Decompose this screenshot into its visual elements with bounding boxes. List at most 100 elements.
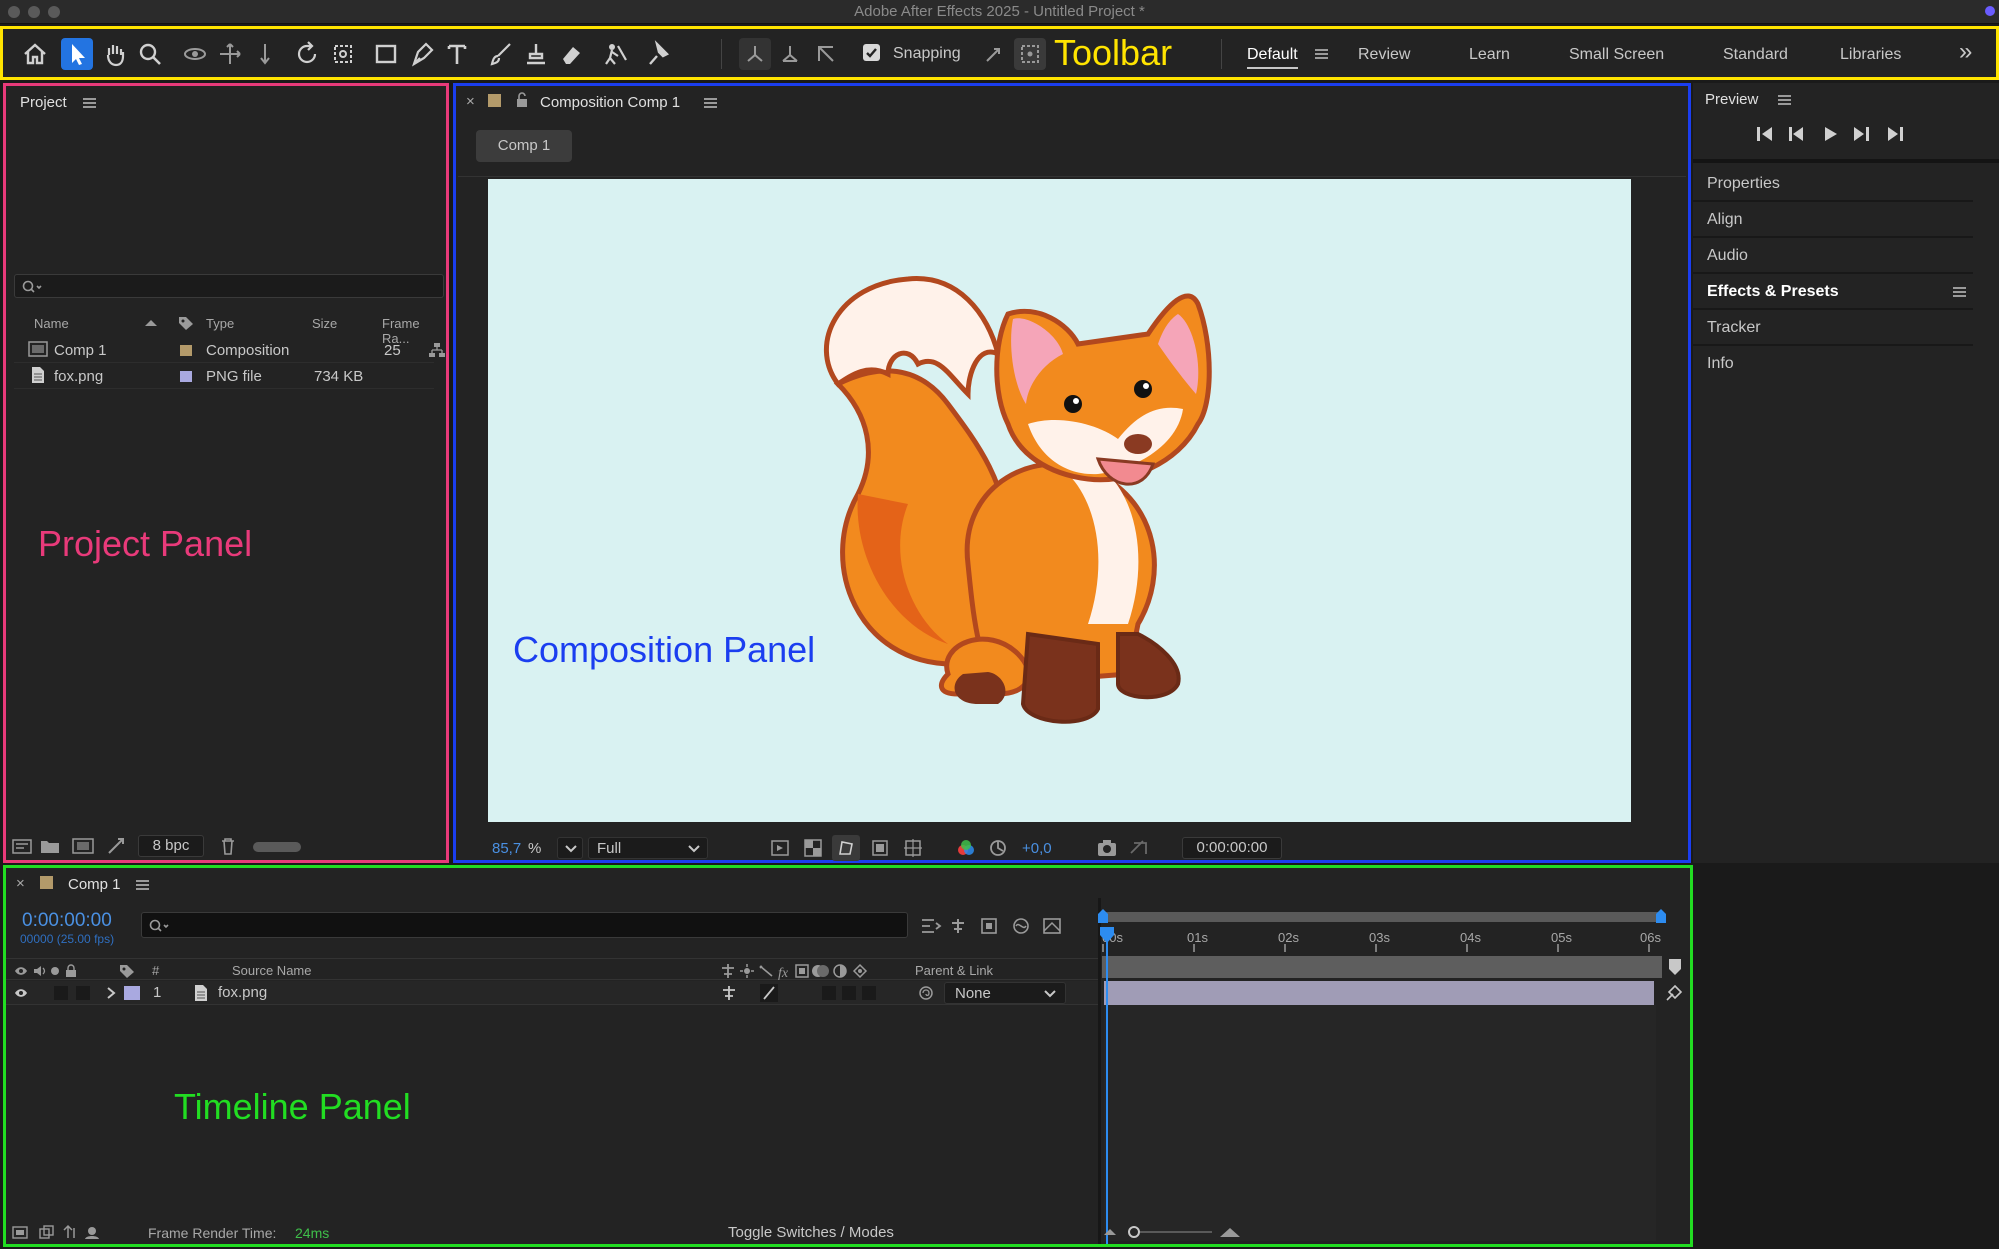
hand-tool-icon[interactable] [99, 38, 131, 70]
roto-brush-tool-icon[interactable] [600, 38, 632, 70]
layer-row[interactable]: 1 fox.png None [6, 981, 1098, 1005]
brush-tool-icon[interactable] [485, 38, 517, 70]
align-panel-tab[interactable]: Align [1707, 211, 1743, 229]
thumbnail-size-slider[interactable] [253, 842, 301, 852]
comp-navigator-tab[interactable]: Comp 1 [476, 130, 572, 162]
clone-stamp-tool-icon[interactable] [520, 38, 552, 70]
size-column-header[interactable]: Size [312, 316, 337, 331]
visibility-eye-icon[interactable] [14, 987, 28, 999]
source-name-header[interactable]: Source Name [232, 963, 311, 978]
composition-viewer[interactable]: Composition Panel [488, 179, 1631, 822]
panel-splitter[interactable] [1098, 898, 1101, 1244]
anchor-point-tool-icon[interactable] [327, 38, 359, 70]
effects-switch[interactable] [822, 986, 836, 1000]
exposure-value[interactable]: +0,0 [1022, 840, 1052, 857]
layer-duration-bar[interactable] [1104, 981, 1654, 1005]
bit-depth-button[interactable]: 8 bpc [138, 835, 204, 857]
selection-tool-icon[interactable] [61, 38, 93, 70]
layer-switches-header-icons[interactable]: fx [720, 962, 884, 980]
timeline-zoom-slider[interactable] [1102, 1225, 1242, 1239]
label-tag-icon[interactable] [118, 963, 136, 979]
interpret-footage-icon[interactable] [12, 837, 32, 855]
playhead-line[interactable] [1106, 930, 1108, 1244]
composition-panel-menu-icon[interactable] [704, 98, 717, 108]
label-color-swatch[interactable] [180, 345, 192, 356]
timeline-search-field[interactable] [141, 912, 908, 938]
timeline-tab-title[interactable]: Comp 1 [68, 876, 121, 893]
quality-switch[interactable] [760, 984, 778, 1002]
label-color-swatch[interactable] [180, 371, 192, 382]
pan-camera-icon[interactable] [214, 38, 246, 70]
layer-name[interactable]: fox.png [218, 984, 267, 1001]
orbit-camera-icon[interactable] [179, 38, 211, 70]
name-column-header[interactable]: Name [34, 316, 69, 331]
workspace-libraries[interactable]: Libraries [1840, 46, 1901, 64]
guides-grid-icon[interactable] [903, 838, 923, 858]
project-panel-title[interactable]: Project [20, 94, 67, 111]
snap-features-icon[interactable] [1014, 38, 1046, 70]
fast-previews-icon[interactable] [770, 838, 790, 858]
properties-panel-tab[interactable]: Properties [1707, 175, 1780, 193]
project-settings-icon[interactable] [106, 836, 126, 856]
eraser-tool-icon[interactable] [555, 38, 587, 70]
shy-switch-icon[interactable] [720, 984, 738, 1002]
rotate-tool-icon[interactable] [291, 38, 323, 70]
new-composition-icon[interactable] [72, 837, 94, 855]
resolution-dropdown[interactable]: Full [588, 837, 708, 859]
effects-presets-panel-tab[interactable]: Effects & Presets [1707, 283, 1839, 301]
project-search-field[interactable] [14, 274, 444, 298]
timeline-track-area[interactable] [1104, 1005, 1656, 1241]
pen-tool-icon[interactable] [406, 38, 438, 70]
view-axis-mode-icon[interactable] [810, 38, 842, 70]
close-tab-icon[interactable]: × [466, 93, 475, 110]
toggle-switches-modes-button[interactable]: Toggle Switches / Modes [728, 1224, 894, 1241]
new-folder-icon[interactable] [40, 837, 60, 855]
zoom-dropdown[interactable] [557, 837, 583, 859]
workspace-standard[interactable]: Standard [1723, 46, 1788, 64]
label-tag-icon[interactable] [177, 315, 195, 331]
3d-layer-switch[interactable] [862, 986, 876, 1000]
workspace-review[interactable]: Review [1358, 46, 1410, 64]
project-search-input[interactable] [45, 277, 435, 295]
local-axis-mode-icon[interactable] [739, 38, 771, 70]
av-switch-header-icons[interactable] [14, 964, 78, 978]
effects-presets-menu-icon[interactable] [1953, 287, 1966, 297]
zoom-tool-icon[interactable] [134, 38, 166, 70]
project-item-row[interactable]: fox.png PNG file 734 KB [14, 363, 434, 389]
workspace-menu-icon[interactable] [1315, 49, 1328, 59]
comp-marker-icon[interactable] [1668, 958, 1682, 976]
reset-exposure-icon[interactable] [988, 838, 1008, 858]
parent-link-header[interactable]: Parent & Link [915, 963, 993, 978]
snap-edges-icon[interactable] [977, 38, 1009, 70]
label-color-swatch[interactable] [488, 94, 501, 107]
project-panel-menu-icon[interactable] [83, 98, 96, 108]
project-item-row[interactable]: Comp 1 Composition 25 [14, 337, 445, 363]
type-tool-icon[interactable] [441, 38, 473, 70]
playhead-handle[interactable] [1099, 926, 1115, 944]
zoom-level-value[interactable]: 85,7 [492, 840, 521, 857]
work-area-end-handle[interactable] [1655, 908, 1667, 924]
audio-panel-tab[interactable]: Audio [1707, 247, 1748, 265]
keyframe-navigator-icon[interactable] [1665, 984, 1685, 1002]
work-area-start-handle[interactable] [1097, 908, 1109, 924]
timeline-panel-menu-icon[interactable] [136, 880, 149, 890]
world-axis-mode-icon[interactable] [774, 38, 806, 70]
comp-duration-bar[interactable] [1102, 956, 1662, 978]
snapshot-camera-icon[interactable] [1096, 838, 1118, 858]
info-panel-tab[interactable]: Info [1707, 355, 1734, 373]
lock-switch[interactable] [76, 986, 90, 1000]
sort-ascending-icon[interactable] [144, 319, 158, 327]
region-of-interest-icon[interactable] [870, 838, 890, 858]
workspace-small-screen[interactable]: Small Screen [1569, 46, 1664, 64]
preview-panel-menu-icon[interactable] [1778, 95, 1791, 105]
current-time-field[interactable]: 0:00:00:00 [1182, 837, 1282, 859]
label-color-swatch[interactable] [124, 986, 140, 1000]
close-tab-icon[interactable]: × [16, 875, 25, 892]
puppet-pin-tool-icon[interactable] [643, 38, 675, 70]
pick-whip-icon[interactable] [918, 985, 934, 1001]
motion-blur-switch[interactable] [842, 986, 856, 1000]
label-color-swatch[interactable] [40, 876, 53, 889]
rectangle-tool-icon[interactable] [370, 38, 402, 70]
dolly-camera-icon[interactable] [249, 38, 281, 70]
flowchart-icon[interactable] [428, 342, 446, 358]
